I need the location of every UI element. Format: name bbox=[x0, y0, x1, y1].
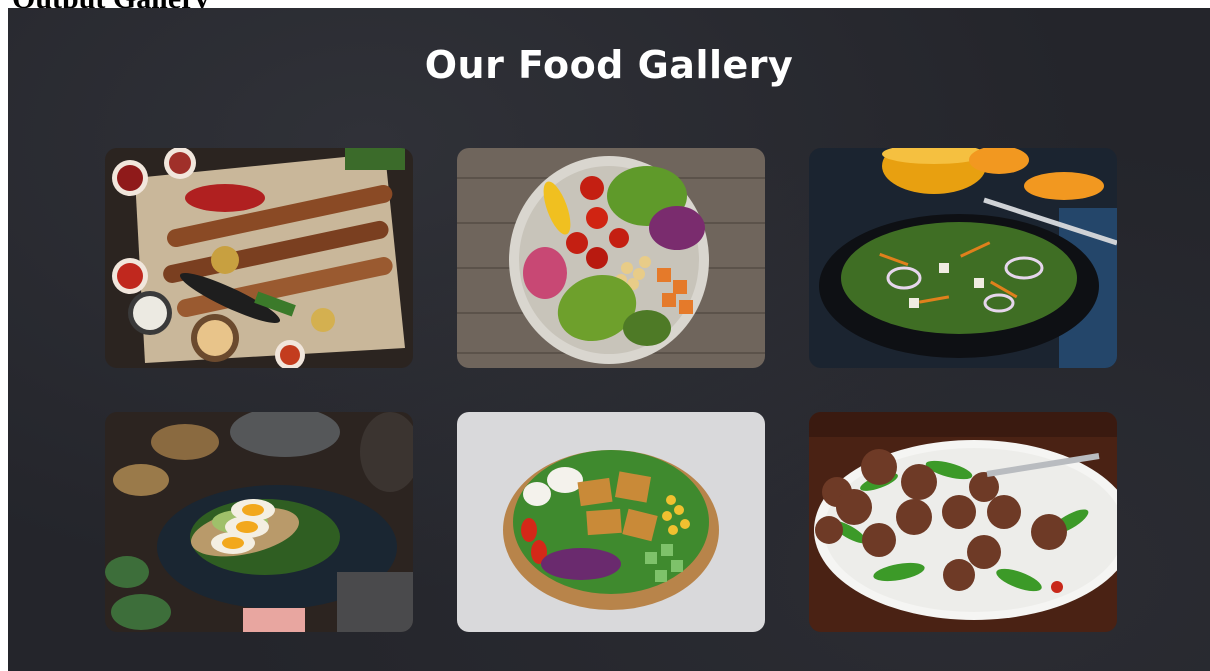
avocado-egg-image bbox=[105, 412, 413, 632]
tofu-bowl-image bbox=[457, 412, 765, 632]
gallery-image-vegetable-bowl[interactable] bbox=[457, 148, 765, 368]
gallery-title: Our Food Gallery bbox=[424, 43, 794, 87]
gallery-image-avocado-egg[interactable] bbox=[105, 412, 413, 632]
meatballs-image bbox=[809, 412, 1117, 632]
dark-salad-image bbox=[809, 148, 1117, 368]
gallery-image-dark-salad[interactable] bbox=[809, 148, 1117, 368]
kebab-platter-image bbox=[105, 148, 413, 368]
vegetable-bowl-image bbox=[457, 148, 765, 368]
gallery-image-meatballs[interactable] bbox=[809, 412, 1117, 632]
gallery-section: Our Food Gallery bbox=[8, 8, 1210, 671]
gallery-image-kebab-platter[interactable] bbox=[105, 148, 413, 368]
gallery-image-tofu-bowl[interactable] bbox=[457, 412, 765, 632]
